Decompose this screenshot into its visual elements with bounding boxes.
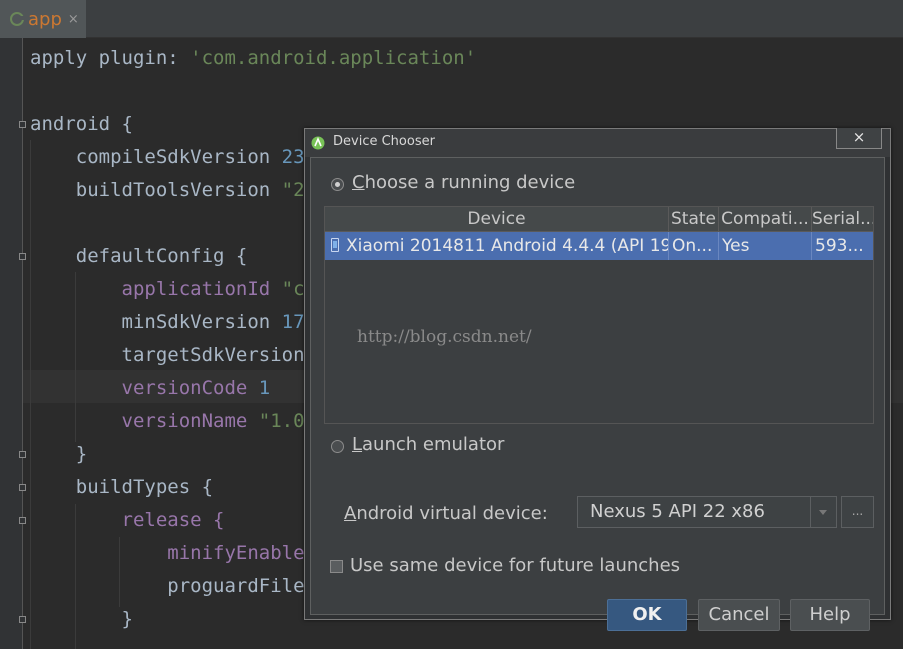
code-token: versionName [30,410,259,432]
gradle-module-icon [10,12,25,26]
code-token: minifyEnabled [30,542,316,564]
fold-marker-icon[interactable] [19,616,26,623]
column-header-state[interactable]: State [669,207,719,231]
code-line[interactable]: } [30,603,133,636]
dialog-titlebar[interactable]: Device Chooser × [305,128,890,157]
device-table[interactable]: Device State Compati... Serial... Xiaomi… [324,206,874,424]
fold-marker-icon[interactable] [19,121,26,128]
android-studio-icon [311,136,325,150]
code-line[interactable]: proguardFiles [30,570,316,603]
code-line[interactable]: } [30,438,87,471]
code-line[interactable]: minifyEnabled [30,537,316,570]
same-device-checkbox[interactable] [330,560,343,573]
fold-marker-icon[interactable] [19,484,26,491]
device-compatible-cell: Yes [719,232,812,260]
code-token: proguardFiles [30,575,316,597]
launch-emulator-radio[interactable] [331,440,344,453]
cancel-button[interactable]: Cancel [698,599,780,631]
code-token: applicationId [30,278,282,300]
column-header-compatible[interactable]: Compati... [719,207,812,231]
gutter-divider [22,38,23,649]
code-token: 17 [281,311,305,333]
device-name-cell: Xiaomi 2014811 Android 4.4.4 (API 19) [343,232,669,260]
avd-label: Android virtual device: [344,503,548,524]
code-token: 'com.android.application' [190,47,477,69]
running-device-label[interactable]: Choose a running device [352,172,575,193]
fold-marker-icon[interactable] [19,253,26,260]
table-row[interactable]: Xiaomi 2014811 Android 4.4.4 (API 19) On… [325,232,873,260]
help-button[interactable]: Help [790,599,870,631]
tab-close-icon[interactable]: × [68,12,79,27]
code-line[interactable]: versionCode 1 [30,372,271,405]
editor-tab-bar: app × [0,0,903,38]
code-token: 23 [281,146,305,168]
code-line[interactable]: applicationId "co [30,273,317,306]
same-device-label[interactable]: Use same device for future launches [350,555,680,576]
code-token: buildToolsVersion [30,179,282,201]
watermark-text: http://blog.csdn.net/ [357,327,532,347]
column-header-serial[interactable]: Serial... [812,207,873,231]
code-line[interactable]: targetSdkVersion [30,339,305,372]
close-icon[interactable]: × [836,128,882,149]
code-line[interactable]: defaultConfig { [30,240,248,273]
code-line[interactable]: apply plugin: 'com.android.application' [30,42,476,75]
column-header-device[interactable]: Device [325,207,669,231]
ok-button[interactable]: OK [607,599,687,631]
code-token: compileSdkVersion [30,146,282,168]
code-token: } [30,443,88,465]
code-token: minSdkVersion [30,311,282,333]
running-device-radio[interactable] [331,178,344,191]
code-line[interactable]: minSdkVersion 17 [30,306,305,339]
device-state-cell: On... [669,232,719,260]
fold-marker-icon[interactable] [19,517,26,524]
code-line[interactable]: buildToolsVersion "23 [30,174,316,207]
tab-app[interactable]: app × [0,0,86,38]
phone-icon [331,238,339,252]
code-line[interactable]: versionName "1.0" [30,405,316,438]
code-token: targetSdkVersion [30,344,305,366]
code-token: versionCode [30,377,259,399]
code-line[interactable]: android { [30,108,133,141]
code-token: buildTypes { [30,476,214,498]
dialog-body: Choose a running device Device State Com… [310,157,885,631]
editor-gutter [0,38,22,649]
table-header: Device State Compati... Serial... [325,207,873,232]
tab-label: app [28,8,62,30]
code-token: 1 [258,377,271,399]
code-token: defaultConfig { [30,245,248,267]
code-token: apply plugin: [30,47,191,69]
dialog-title: Device Chooser [333,134,435,149]
avd-more-button[interactable]: ... [841,496,874,528]
code-line[interactable]: release { [30,504,225,537]
avd-select[interactable]: Nexus 5 API 22 x86 [577,496,837,528]
code-line[interactable]: compileSdkVersion 23 [30,141,305,174]
device-chooser-dialog: Device Chooser × Choose a running device… [304,128,891,631]
avd-select-value: Nexus 5 API 22 x86 [590,501,765,522]
code-line[interactable]: buildTypes { [30,471,213,504]
fold-marker-icon[interactable] [19,451,26,458]
chevron-down-icon[interactable] [810,497,836,527]
code-token: } [30,608,133,630]
code-token: release { [30,509,225,531]
device-serial-cell: 593... [815,236,864,256]
launch-emulator-label[interactable]: Launch emulator [352,434,504,455]
code-token: android { [30,113,133,135]
